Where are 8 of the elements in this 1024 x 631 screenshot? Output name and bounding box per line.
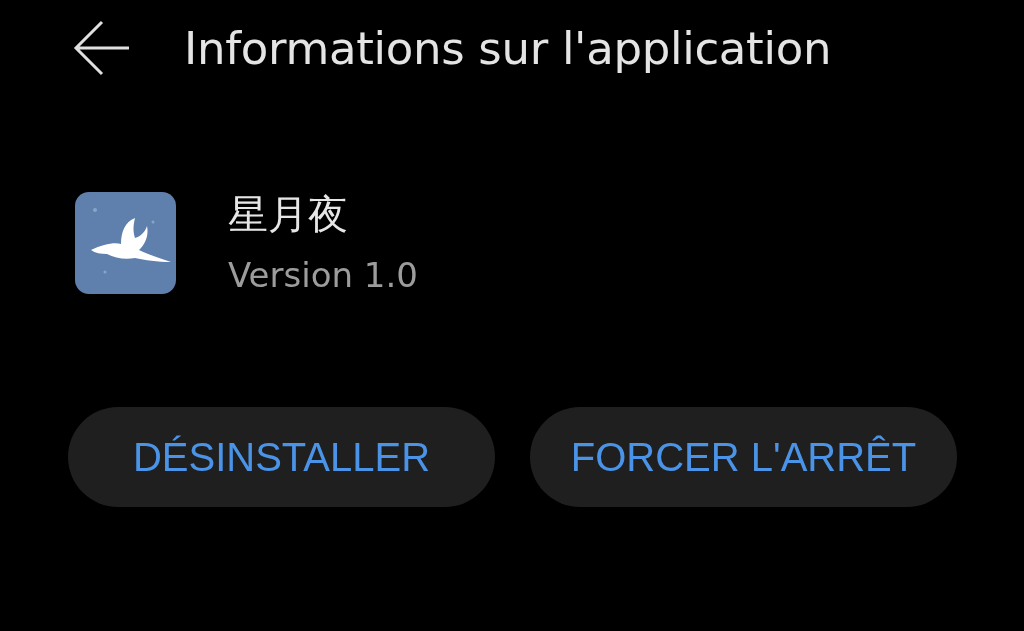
force-stop-button[interactable]: FORCER L'ARRÊT: [530, 407, 957, 507]
page-title: Informations sur l'application: [184, 21, 832, 75]
app-version: Version 1.0: [228, 254, 418, 296]
bird-icon: [75, 192, 176, 294]
back-arrow-icon: [73, 20, 131, 76]
uninstall-button[interactable]: DÉSINSTALLER: [68, 407, 495, 507]
app-name: 星月夜: [228, 190, 349, 238]
back-button[interactable]: [72, 18, 132, 78]
